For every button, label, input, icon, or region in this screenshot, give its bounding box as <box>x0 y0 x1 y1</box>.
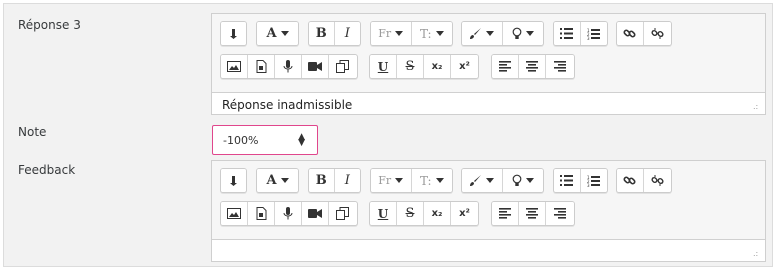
unlink-icon[interactable] <box>643 22 671 45</box>
align-left-icon[interactable] <box>492 202 519 225</box>
feedback-toolbar-row-1: A B I Fr T: 1 2 3 <box>212 161 765 194</box>
resize-grip-icon[interactable]: .: <box>753 250 761 258</box>
grade-label: Note <box>18 125 47 139</box>
bold-italic-group: B I <box>308 168 361 193</box>
svg-text:3: 3 <box>587 183 590 187</box>
font-color-group: A <box>256 21 299 46</box>
svg-text:3: 3 <box>587 36 590 40</box>
answer3-text: Réponse inadmissible <box>222 98 353 112</box>
video-camera-icon[interactable] <box>302 202 329 225</box>
answer3-editor: A B I Fr T: 1 2 3 U S x₂ x² Réponse inad… <box>211 13 766 115</box>
toolbar-collapse-icon[interactable] <box>221 22 246 45</box>
superscript-button[interactable]: x² <box>451 202 478 225</box>
format-group: U S x₂ x² <box>369 54 479 79</box>
align-left-icon[interactable] <box>492 55 519 78</box>
feedback-toolbar-row-2: U S x₂ x² <box>212 194 765 227</box>
copy-files-icon[interactable] <box>329 55 356 78</box>
image-icon[interactable] <box>221 202 248 225</box>
font-size-icon[interactable]: T: <box>411 22 452 45</box>
align-group <box>491 54 575 79</box>
align-center-icon[interactable] <box>519 55 546 78</box>
italic-button[interactable]: I <box>334 169 360 192</box>
strikethrough-button[interactable]: S <box>397 55 424 78</box>
align-group <box>491 201 575 226</box>
grade-select-value: -100% <box>223 134 259 147</box>
font-family-icon[interactable]: Fr <box>371 169 412 192</box>
link-icon[interactable] <box>617 169 644 192</box>
ordered-list-icon[interactable]: 123 <box>580 169 607 192</box>
collapse-group <box>220 168 247 193</box>
lightbulb-icon[interactable] <box>502 169 543 192</box>
microphone-icon[interactable] <box>275 202 302 225</box>
answer3-toolbar-row-1: A B I Fr T: 1 2 3 <box>212 14 765 47</box>
toolbar-collapse-icon[interactable] <box>221 169 246 192</box>
unordered-list-icon[interactable] <box>554 169 581 192</box>
subscript-button[interactable]: x₂ <box>424 55 451 78</box>
align-center-icon[interactable] <box>519 202 546 225</box>
style-group <box>461 21 544 46</box>
unlink-icon[interactable] <box>643 169 671 192</box>
feedback-content-area[interactable]: .: <box>212 239 765 261</box>
lightbulb-icon[interactable] <box>502 22 543 45</box>
align-right-icon[interactable] <box>546 55 574 78</box>
underline-button[interactable]: U <box>370 202 397 225</box>
font-color-group: A <box>256 168 299 193</box>
paintbrush-icon[interactable] <box>462 169 503 192</box>
answer3-label: Réponse 3 <box>18 18 81 32</box>
bold-button[interactable]: B <box>309 169 335 192</box>
copy-files-icon[interactable] <box>329 202 356 225</box>
style-group <box>461 168 544 193</box>
insert-group <box>220 201 358 226</box>
font-color-icon[interactable]: A <box>257 169 298 192</box>
font-group: Fr T: <box>370 21 453 46</box>
link-icon[interactable] <box>617 22 644 45</box>
strikethrough-button[interactable]: S <box>397 202 424 225</box>
media-icon[interactable] <box>248 202 275 225</box>
font-group: Fr T: <box>370 168 453 193</box>
insert-group <box>220 54 358 79</box>
paintbrush-icon[interactable] <box>462 22 503 45</box>
ordered-list-icon[interactable]: 123 <box>580 22 607 45</box>
list-group: 123 <box>553 21 608 46</box>
feedback-label: Feedback <box>18 163 76 177</box>
question-answers-panel: Réponse 3 A B I Fr T: 1 2 3 U S x₂ x² Ré… <box>3 3 773 267</box>
image-icon[interactable] <box>221 55 248 78</box>
select-arrows-icon: ▲ ▼ <box>298 132 305 148</box>
media-icon[interactable] <box>248 55 275 78</box>
bold-button[interactable]: B <box>309 22 335 45</box>
collapse-group <box>220 21 247 46</box>
link-group <box>616 21 672 46</box>
subscript-button[interactable]: x₂ <box>424 202 451 225</box>
answer3-toolbar-row-2: U S x₂ x² <box>212 47 765 80</box>
bold-italic-group: B I <box>308 21 361 46</box>
font-size-icon[interactable]: T: <box>411 169 452 192</box>
superscript-button[interactable]: x² <box>451 55 478 78</box>
video-camera-icon[interactable] <box>302 55 329 78</box>
underline-button[interactable]: U <box>370 55 397 78</box>
microphone-icon[interactable] <box>275 55 302 78</box>
resize-grip-icon[interactable]: .: <box>753 103 761 111</box>
list-group: 123 <box>553 168 608 193</box>
font-family-icon[interactable]: Fr <box>371 22 412 45</box>
align-right-icon[interactable] <box>546 202 574 225</box>
unordered-list-icon[interactable] <box>554 22 581 45</box>
feedback-editor: A B I Fr T: 1 2 3 U S x₂ x² .: <box>211 160 766 262</box>
grade-select[interactable]: -100% ▲ ▼ <box>212 125 318 155</box>
answer3-content-area[interactable]: Réponse inadmissible .: <box>212 92 765 114</box>
link-group <box>616 168 672 193</box>
italic-button[interactable]: I <box>334 22 360 45</box>
font-color-icon[interactable]: A <box>257 22 298 45</box>
format-group: U S x₂ x² <box>369 201 479 226</box>
